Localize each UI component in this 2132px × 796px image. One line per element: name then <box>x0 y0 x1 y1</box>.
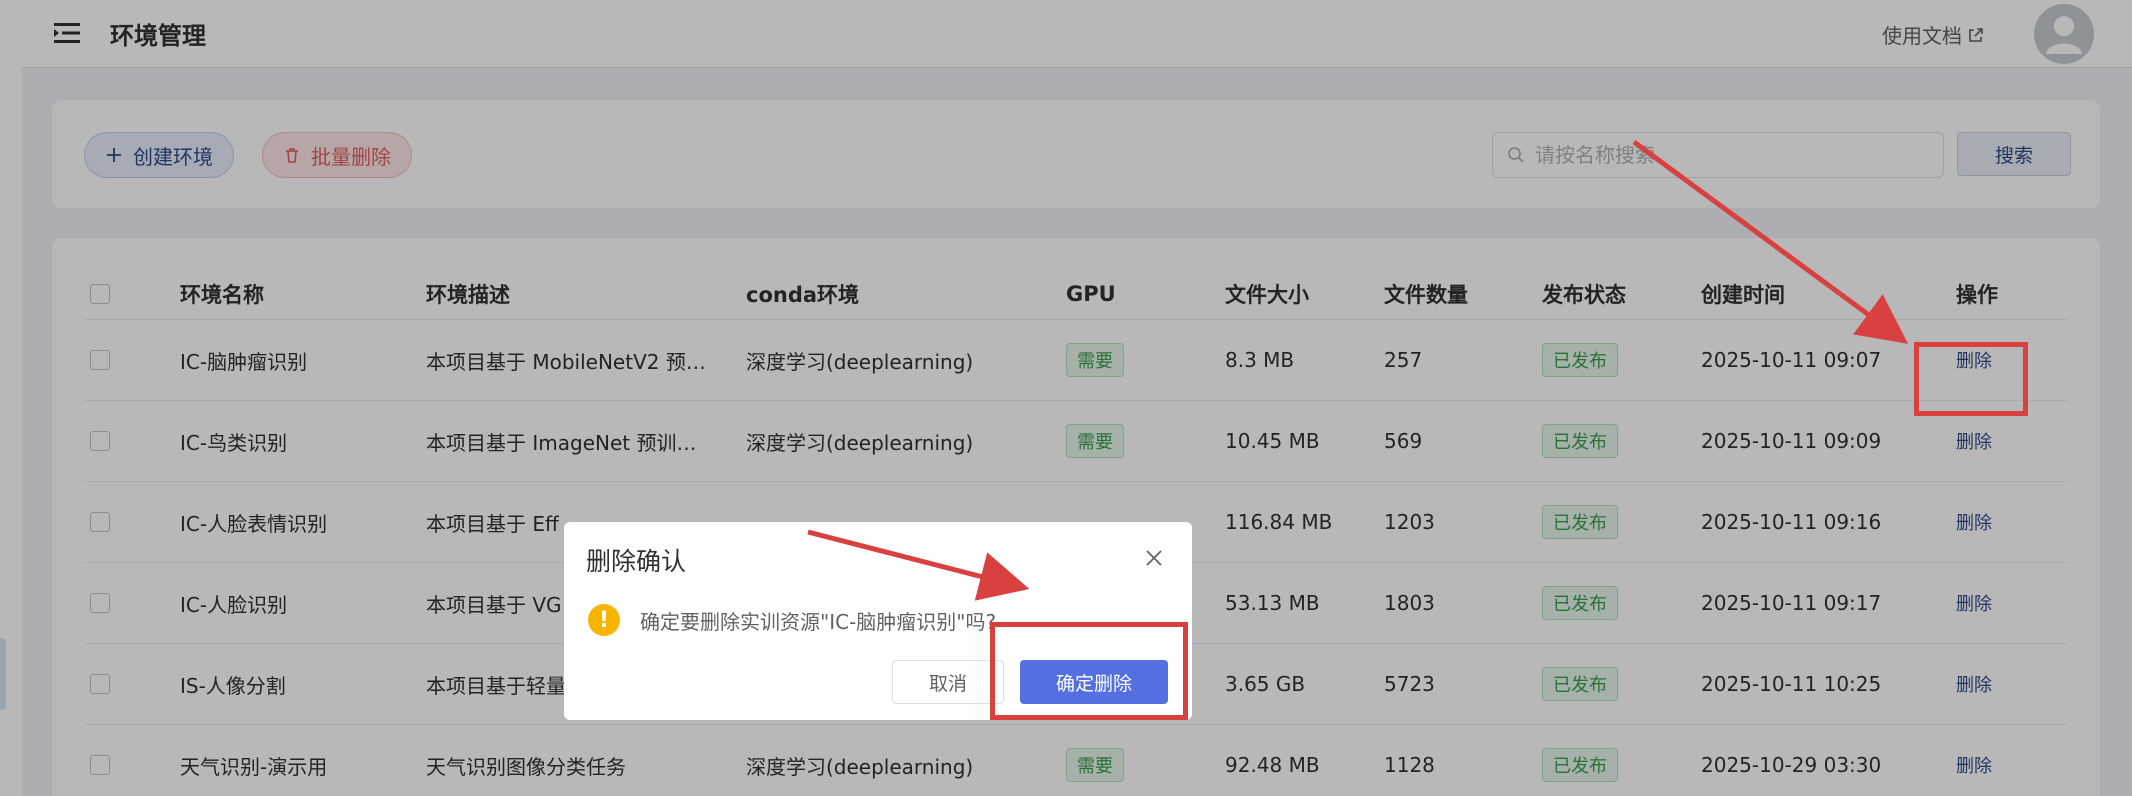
cancel-button[interactable]: 取消 <box>892 660 1004 704</box>
dialog-message: 确定要删除实训资源"IC-脑肿瘤识别"吗? <box>640 610 997 634</box>
warning-icon: ! <box>588 604 620 636</box>
close-icon[interactable] <box>1144 548 1164 568</box>
highlight-box-delete-link <box>1914 342 2028 416</box>
highlight-box-confirm-button <box>990 622 1188 720</box>
dialog-title: 删除确认 <box>586 547 687 576</box>
